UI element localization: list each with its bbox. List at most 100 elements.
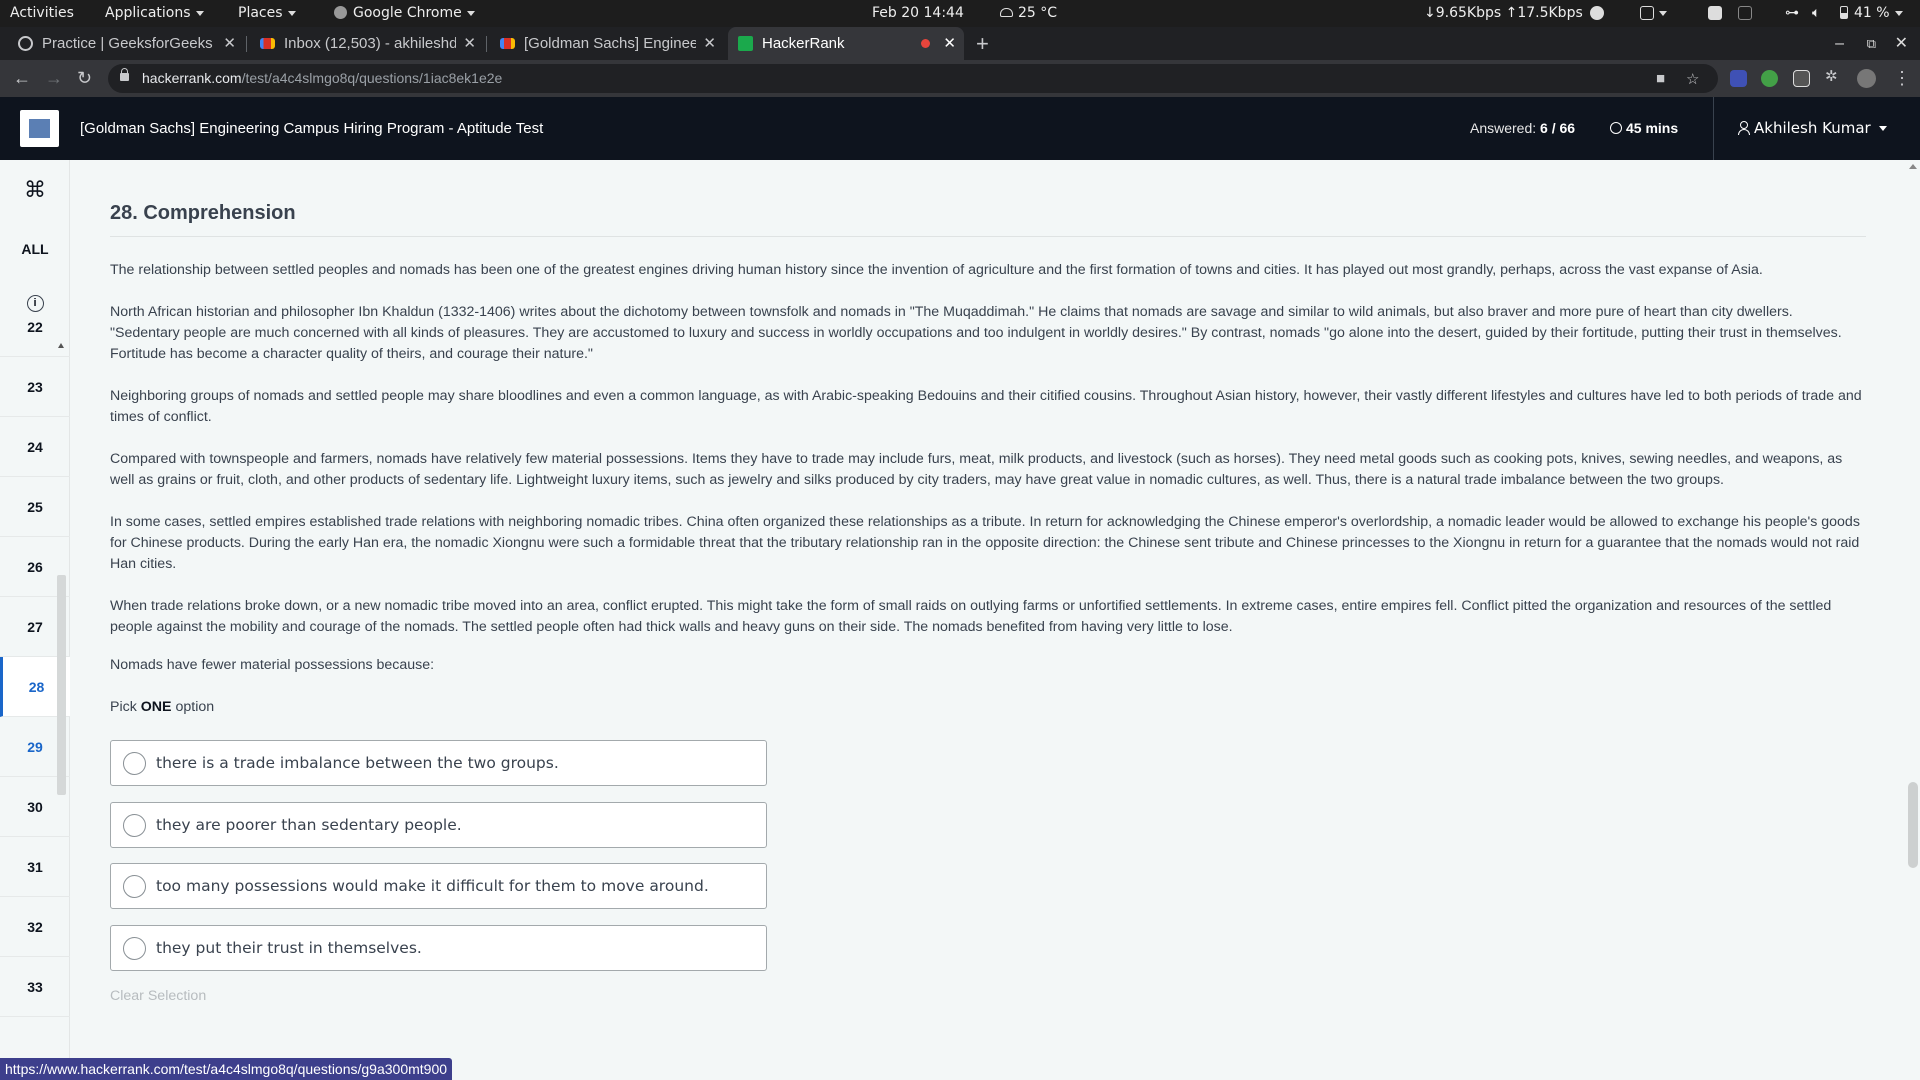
battery-icon <box>1840 6 1848 19</box>
question-prompt: Nomads have fewer material possessions b… <box>110 657 435 673</box>
header-divider <box>1713 97 1714 160</box>
radio-button[interactable] <box>123 937 146 960</box>
tab-gmail[interactable]: Inbox (12,503) - akhileshd ✕ <box>250 27 484 60</box>
question-number-33[interactable]: 33 <box>0 957 70 1017</box>
clipboard-icon[interactable] <box>1640 0 1667 27</box>
battery-text: 41 % <box>1854 5 1890 21</box>
chevron-down-icon <box>1894 10 1903 16</box>
url-text: hackerrank.com/test/a4c4slmgo8q/question… <box>142 64 502 93</box>
tab-hackerrank[interactable]: HackerRank ✕ <box>728 27 964 60</box>
question-number-23[interactable]: 23 <box>0 357 70 417</box>
reload-icon[interactable]: ↻ <box>77 60 92 97</box>
scroll-up-icon[interactable] <box>1909 164 1917 169</box>
extension-add-icon[interactable] <box>1761 70 1778 87</box>
user-name: Akhilesh Kumar <box>1754 119 1871 137</box>
hackerrank-favicon-icon <box>738 36 753 51</box>
question-title: 28. Comprehension <box>110 202 296 224</box>
option-label: there is a trade imbalance between the t… <box>156 754 559 772</box>
clock-icon <box>1610 122 1622 134</box>
option-label: they put their trust in themselves. <box>156 939 422 957</box>
pick-instruction: Pick ONE option <box>110 699 214 715</box>
weather-indicator[interactable]: 25 °C <box>1000 0 1057 27</box>
battery-indicator[interactable]: 41 % <box>1840 0 1903 27</box>
time-remaining-value: 45 mins <box>1626 120 1679 136</box>
answer-option-3[interactable]: too many possessions would make it diffi… <box>110 863 767 909</box>
app-menu[interactable]: Google Chrome <box>334 0 475 27</box>
minimize-icon[interactable]: ‒ <box>1835 27 1844 60</box>
question-number-25[interactable]: 25 <box>0 477 70 537</box>
clear-selection-link[interactable]: Clear Selection <box>110 988 206 1004</box>
radio-button[interactable] <box>123 752 146 775</box>
extension-glasses-icon[interactable] <box>1793 70 1810 87</box>
answer-option-2[interactable]: they are poorer than sedentary people. <box>110 802 767 848</box>
radio-button[interactable] <box>123 875 146 898</box>
puzzle-icon[interactable]: ✲ <box>1825 67 1842 85</box>
geeksforgeeks-favicon-icon <box>18 36 33 51</box>
extension-icon[interactable] <box>1730 70 1747 87</box>
pick-count: ONE <box>140 699 172 715</box>
answered-value: 6 / 66 <box>1540 120 1576 136</box>
command-icon[interactable]: ⌘ <box>0 177 70 203</box>
browser-toolbar: ← → ↻ hackerrank.com/test/a4c4slmgo8q/qu… <box>0 60 1920 97</box>
close-icon[interactable]: ✕ <box>703 27 716 60</box>
tab-title: Practice | GeeksforGeeks | <box>42 35 216 52</box>
tab-goldman-sachs[interactable]: [Goldman Sachs] Enginee ✕ <box>490 27 724 60</box>
restore-icon[interactable]: ⧉ <box>1867 27 1876 60</box>
close-icon[interactable]: ✕ <box>943 27 956 60</box>
window-close-icon[interactable]: ✕ <box>1895 27 1908 60</box>
applications-menu[interactable]: Applications <box>105 0 204 27</box>
back-icon[interactable]: ← <box>13 60 31 97</box>
time-remaining: 45 mins <box>1610 97 1678 160</box>
bookmark-star-icon[interactable]: ☆ <box>1686 70 1699 88</box>
camera-icon[interactable]: ■ <box>1656 70 1665 87</box>
passage-paragraph: Neighboring groups of nomads and settled… <box>110 388 1862 425</box>
accessibility-icon[interactable] <box>1738 0 1752 27</box>
question-panel: 28. Comprehension The relationship betwe… <box>70 160 1920 1080</box>
all-questions-button[interactable]: ALL <box>0 241 70 257</box>
close-icon[interactable]: ✕ <box>223 27 236 60</box>
address-bar[interactable]: hackerrank.com/test/a4c4slmgo8q/question… <box>108 64 1718 93</box>
system-top-bar: Activities Applications Places Google Ch… <box>0 0 1920 27</box>
tab-divider <box>486 36 487 52</box>
close-icon[interactable]: ✕ <box>463 27 476 60</box>
new-tab-button[interactable]: + <box>976 27 989 60</box>
forward-icon[interactable]: → <box>45 60 63 97</box>
chevron-down-icon <box>195 10 204 16</box>
option-label: they are poorer than sedentary people. <box>156 816 462 834</box>
scrollbar-thumb[interactable] <box>1908 782 1918 868</box>
question-navigator: ⌘ ALL i 22 23 24 25 26 27 28 29 30 31 32 33 <box>0 160 70 1080</box>
link-status-bubble: https://www.hackerrank.com/test/a4c4slmg… <box>0 1058 453 1080</box>
network-icon[interactable]: ⊶ <box>1785 0 1799 27</box>
answered-progress: Answered: 6 / 66 <box>1470 97 1575 160</box>
answer-option-1[interactable]: there is a trade imbalance between the t… <box>110 740 767 786</box>
answer-option-4[interactable]: they put their trust in themselves. <box>110 925 767 971</box>
passage-paragraph: The relationship between settled peoples… <box>110 262 1763 278</box>
sidebar-scrollbar[interactable] <box>57 575 66 795</box>
question-number-32[interactable]: 32 <box>0 897 70 957</box>
clock[interactable]: Feb 20 14:44 <box>872 0 964 27</box>
activities-button[interactable]: Activities <box>10 0 74 27</box>
tab-strip: Practice | GeeksforGeeks | ✕ Inbox (12,5… <box>0 27 1920 60</box>
question-number-22[interactable]: 22 <box>0 297 70 357</box>
question-number-24[interactable]: 24 <box>0 417 70 477</box>
menu-icon[interactable]: ⋮ <box>1893 60 1911 97</box>
question-number-31[interactable]: 31 <box>0 837 70 897</box>
places-menu-label: Places <box>238 5 283 21</box>
option-label: too many possessions would make it diffi… <box>156 877 709 895</box>
url-host: hackerrank.com <box>142 70 242 86</box>
radio-button[interactable] <box>123 814 146 837</box>
page-scrollbar[interactable] <box>1906 160 1920 1080</box>
places-menu[interactable]: Places <box>238 0 296 27</box>
gmail-favicon-icon <box>500 38 515 49</box>
avatar[interactable] <box>1857 69 1876 88</box>
keyboard-layout-icon[interactable] <box>1708 0 1722 27</box>
user-menu[interactable]: Akhilesh Kumar <box>1738 97 1887 160</box>
app-menu-label: Google Chrome <box>353 5 462 21</box>
tray-app-icon[interactable] <box>1590 0 1604 27</box>
network-speed: ↓9.65Kbps ↑17.5Kbps <box>1424 5 1583 21</box>
passage-paragraph: Compared with townspeople and farmers, n… <box>110 451 1843 488</box>
volume-icon[interactable]: 🔈︎ <box>1812 0 1820 27</box>
pick-prefix: Pick <box>110 699 137 715</box>
tab-geeksforgeeks[interactable]: Practice | GeeksforGeeks | ✕ <box>8 27 244 60</box>
url-path: /test/a4c4slmgo8q/questions/1iac8ek1e2e <box>241 70 503 86</box>
